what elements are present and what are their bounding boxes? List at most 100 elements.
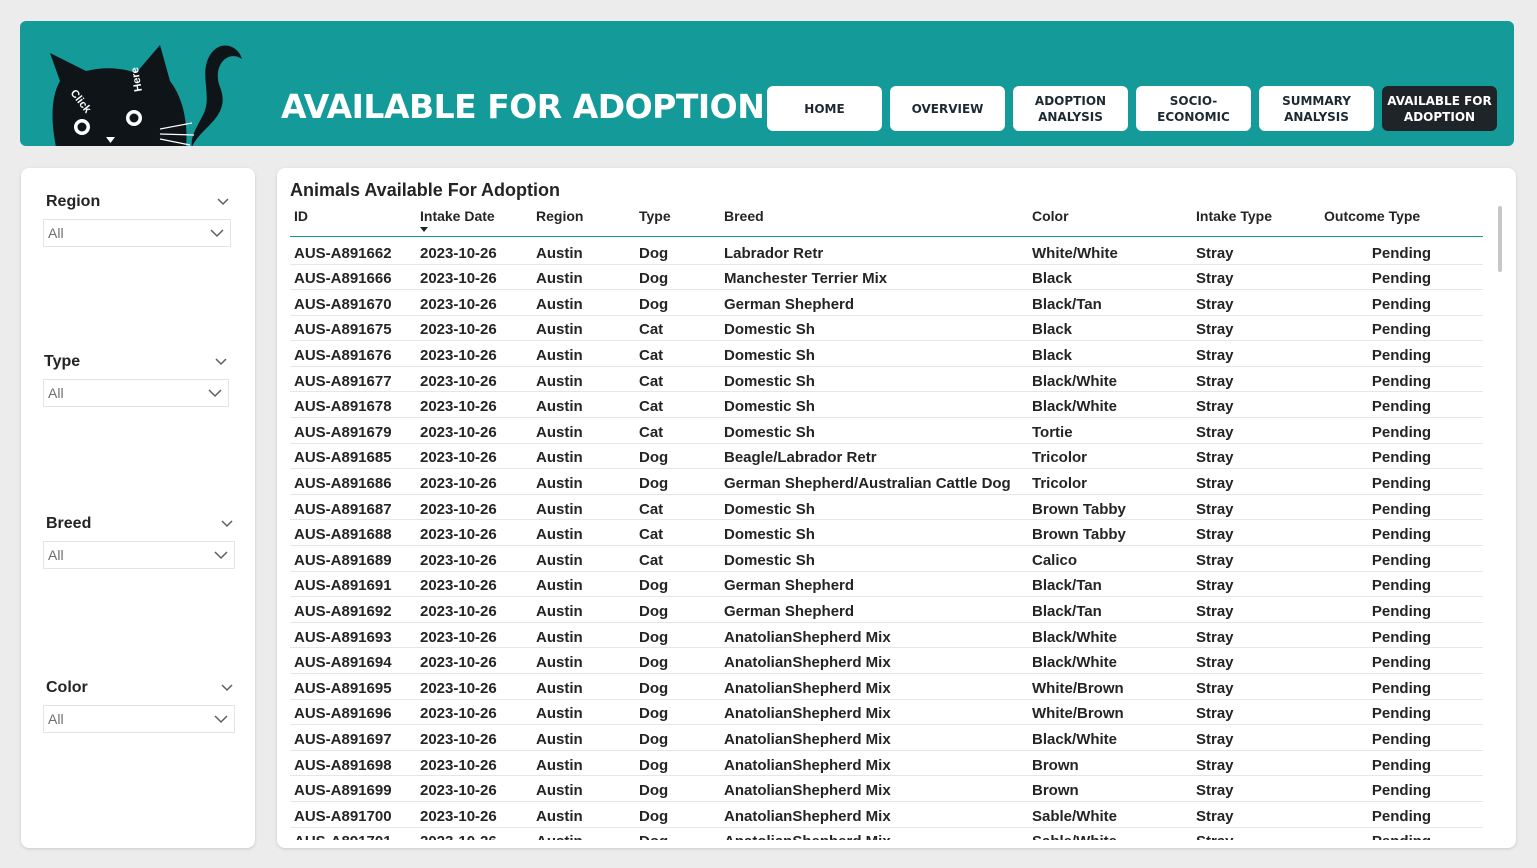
column-header-outcome-type[interactable]: Outcome Type (1320, 206, 1483, 237)
breed-cell: AnatolianShepherd Mix (720, 750, 1028, 777)
breed-cell: German Shepherd (720, 289, 1028, 316)
type-cell: Dog (635, 236, 720, 265)
intake-date-cell: 2023-10-26 (416, 699, 532, 726)
outcome-type-cell: Pending (1320, 519, 1483, 547)
region-cell: Austin (532, 417, 635, 444)
intake-date-cell: 2023-10-26 (416, 289, 532, 316)
table-row[interactable]: AUS-A891696 2023-10-26 Austin Dog AnatolianS… (290, 699, 1483, 726)
intake-type-cell: Stray (1192, 264, 1320, 291)
table-row[interactable]: AUS-A891677 2023-10-26 Austin Cat Domestic S… (290, 366, 1483, 393)
table-row[interactable]: AUS-A891676 2023-10-26 Austin Cat Domestic S… (290, 340, 1483, 367)
intake-date-cell: 2023-10-26 (416, 801, 532, 828)
nav-home-button[interactable]: HOME (767, 86, 882, 131)
id-cell: AUS-A891689 (290, 545, 416, 572)
cat-logo-icon[interactable]: Click Here (42, 37, 242, 146)
table-row[interactable]: AUS-A891685 2023-10-26 Austin Dog Beagle/Lab… (290, 443, 1483, 470)
intake-date-cell: 2023-10-26 (416, 519, 532, 547)
table-row[interactable]: AUS-A891689 2023-10-26 Austin Cat Domestic S… (290, 545, 1483, 572)
region-dropdown-value: All (48, 225, 64, 241)
id-cell: AUS-A891691 (290, 571, 416, 598)
chevron-down-icon[interactable] (214, 355, 228, 369)
color-slicer-title: Color (46, 679, 88, 696)
breed-cell: Domestic Sh (720, 340, 1028, 367)
intake-date-cell: 2023-10-26 (416, 545, 532, 572)
breed-cell: AnatolianShepherd Mix (720, 647, 1028, 674)
color-cell: Sable/White (1028, 801, 1192, 828)
breed-dropdown[interactable]: All (43, 541, 235, 569)
outcome-type-cell: Pending (1320, 775, 1483, 802)
region-dropdown[interactable]: All (43, 219, 231, 247)
table-row[interactable]: AUS-A891692 2023-10-26 Austin Dog German She… (290, 596, 1483, 623)
nav-summary-analysis-button[interactable]: SUMMARY ANALYSIS (1259, 86, 1374, 131)
table-row[interactable]: AUS-A891697 2023-10-26 Austin Dog AnatolianS… (290, 724, 1483, 751)
column-header-type[interactable]: Type (635, 206, 720, 237)
column-header-region[interactable]: Region (532, 206, 635, 237)
nav-overview-button[interactable]: OVERVIEW (890, 86, 1005, 131)
column-header-intake-date[interactable]: Intake Date (416, 206, 532, 237)
type-dropdown-value: All (48, 385, 64, 401)
table-row[interactable]: AUS-A891700 2023-10-26 Austin Dog AnatolianS… (290, 801, 1483, 828)
outcome-type-cell: Pending (1320, 673, 1483, 700)
type-dropdown[interactable]: All (43, 379, 229, 407)
color-cell: Black (1028, 340, 1192, 367)
id-cell: AUS-A891666 (290, 264, 416, 291)
color-cell: Brown (1028, 775, 1192, 802)
table-row[interactable]: AUS-A8917012023-10-26AustinDogAnatolianS… (290, 827, 1483, 840)
intake-date-cell: 2023-10-26 (416, 366, 532, 393)
table-row[interactable]: AUS-A891699 2023-10-26 Austin Dog AnatolianS… (290, 775, 1483, 802)
table-row[interactable]: AUS-A891693 2023-10-26 Austin Dog AnatolianS… (290, 622, 1483, 649)
column-header-id[interactable]: ID (290, 206, 416, 237)
table-row[interactable]: AUS-A891686 2023-10-26 Austin Dog German She… (290, 468, 1483, 495)
id-cell: AUS-A891700 (290, 801, 416, 828)
table-scroll-area[interactable]: ID Intake Date Region Type Breed Color I… (290, 206, 1483, 840)
table-row[interactable]: AUS-A891666 2023-10-26 Austin Dog Manchester… (290, 264, 1483, 291)
color-cell: Brown Tabby (1028, 519, 1192, 547)
color-cell: Black/White (1028, 366, 1192, 393)
table-row[interactable]: AUS-A891675 2023-10-26 Austin Cat Domestic S… (290, 315, 1483, 342)
table-row[interactable]: AUS-A891694 2023-10-26 Austin Dog AnatolianS… (290, 647, 1483, 674)
table-row[interactable]: AUS-A891698 2023-10-26 Austin Dog AnatolianS… (290, 750, 1483, 777)
color-cell: Tricolor (1028, 468, 1192, 495)
column-header-intake-type[interactable]: Intake Type (1192, 206, 1320, 237)
table-row[interactable]: AUS-A891687 2023-10-26 Austin Cat Domestic S… (290, 494, 1483, 521)
table-row[interactable]: AUS-A891688 2023-10-26 Austin Cat Domestic S… (290, 519, 1483, 547)
outcome-type-cell: Pending (1320, 340, 1483, 367)
type-cell: Cat (635, 494, 720, 521)
chevron-down-icon[interactable] (216, 195, 230, 209)
region-cell: Austin (532, 750, 635, 777)
column-header-breed[interactable]: Breed (720, 206, 1028, 237)
table-row[interactable]: AUS-A891695 2023-10-26 Austin Dog AnatolianS… (290, 673, 1483, 700)
intake-date-cell: 2023-10-26 (416, 673, 532, 700)
table-row[interactable]: AUS-A891678 2023-10-26 Austin Cat Domestic S… (290, 391, 1483, 419)
color-dropdown[interactable]: All (43, 705, 235, 733)
chevron-down-icon (210, 229, 224, 238)
breed-cell: German Shepherd (720, 571, 1028, 598)
intake-type-cell: Stray (1192, 391, 1320, 419)
nav-available-for-adoption-button[interactable]: AVAILABLE FOR ADOPTION (1382, 86, 1497, 131)
nav-adoption-analysis-button[interactable]: ADOPTION ANALYSIS (1013, 86, 1128, 131)
nav-socio-economic-button[interactable]: SOCIO-ECONOMIC (1136, 86, 1251, 131)
table-row[interactable]: AUS-A891691 2023-10-26 Austin Dog German She… (290, 571, 1483, 598)
id-cell: AUS-A891675 (290, 315, 416, 342)
intake-type-cell: Stray (1192, 750, 1320, 777)
region-cell: Austin (532, 443, 635, 470)
adoption-table-panel: Animals Available For Adoption ID Intake… (277, 168, 1516, 848)
intake-date-cell: 2023-10-26 (416, 443, 532, 470)
region-cell: Austin (532, 775, 635, 802)
breed-cell: AnatolianShepherd Mix (720, 724, 1028, 751)
table-scrollbar[interactable] (1498, 206, 1502, 272)
column-header-color[interactable]: Color (1028, 206, 1192, 237)
color-cell: Tortie (1028, 417, 1192, 444)
region-cell: Austin (532, 596, 635, 623)
table-row[interactable]: AUS-A891662 2023-10-26 Austin Dog Labrador R… (290, 236, 1483, 265)
chevron-down-icon[interactable] (220, 517, 234, 531)
chevron-down-icon[interactable] (220, 681, 234, 695)
region-cell: Austin (532, 236, 635, 265)
breed-cell: AnatolianShepherd Mix (720, 801, 1028, 828)
outcome-type-cell: Pending (1320, 647, 1483, 674)
table-row[interactable]: AUS-A891670 2023-10-26 Austin Dog German She… (290, 289, 1483, 316)
intake-date-cell: 2023-10-26 (416, 724, 532, 751)
type-slicer-title: Type (44, 353, 81, 370)
table-row[interactable]: AUS-A891679 2023-10-26 Austin Cat Domestic S… (290, 417, 1483, 444)
color-cell: White/White (1028, 236, 1192, 265)
